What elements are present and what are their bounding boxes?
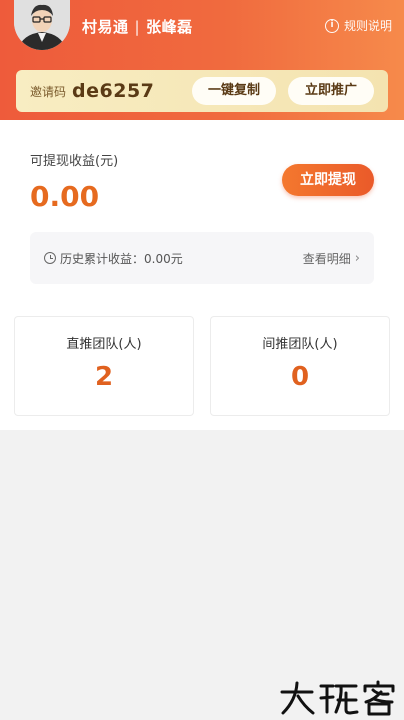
copy-button[interactable]: 一键复制 bbox=[192, 77, 276, 105]
header-title: 村易通 | 张峰磊 bbox=[82, 16, 193, 37]
promote-button[interactable]: 立即推广 bbox=[288, 77, 374, 105]
indirect-team-label: 间推团队(人) bbox=[262, 337, 338, 352]
history-earnings-row: 历史累计收益：0.00元 查看明细 › bbox=[30, 232, 374, 284]
invite-code-label: 邀请码 bbox=[30, 84, 67, 99]
user-name: 张峰磊 bbox=[146, 18, 193, 36]
rules-link[interactable]: i 规则说明 bbox=[324, 17, 392, 34]
user-avatar-icon bbox=[14, 0, 70, 50]
indirect-team-count: 0 bbox=[290, 362, 310, 392]
title-separator: | bbox=[134, 17, 141, 36]
watermark-logo bbox=[280, 680, 395, 716]
chevron-right-icon: › bbox=[354, 250, 360, 266]
view-details-link[interactable]: 查看明细 › bbox=[303, 250, 360, 267]
avatar[interactable] bbox=[14, 0, 70, 50]
withdrawable-value: 0.00 bbox=[30, 180, 100, 213]
indirect-team-card[interactable]: 间推团队(人) 0 bbox=[210, 316, 390, 416]
info-circle-icon: i bbox=[324, 18, 339, 33]
direct-team-card[interactable]: 直推团队(人) 2 bbox=[14, 316, 194, 416]
view-details-label: 查看明细 bbox=[302, 251, 351, 266]
withdrawable-label: 可提现收益(元) bbox=[30, 154, 119, 169]
clock-icon bbox=[44, 252, 56, 264]
rules-label: 规则说明 bbox=[343, 19, 392, 33]
withdraw-button[interactable]: 立即提现 bbox=[282, 164, 374, 196]
history-earnings-label: 历史累计收益：0.00元 bbox=[60, 251, 183, 266]
app-name: 村易通 bbox=[82, 18, 129, 36]
earnings-card: 可提现收益(元) 0.00 立即提现 历史累计收益：0.00元 查看明细 › bbox=[14, 126, 390, 302]
direct-team-count: 2 bbox=[94, 362, 114, 392]
invite-code-value: de6257 bbox=[72, 80, 155, 102]
direct-team-label: 直推团队(人) bbox=[66, 337, 142, 352]
page: 村易通 | 张峰磊 i 规则说明 邀请码 de6257 一键复制 立即推广 可提… bbox=[0, 0, 404, 720]
invite-bar: 邀请码 de6257 一键复制 立即推广 bbox=[16, 70, 388, 112]
